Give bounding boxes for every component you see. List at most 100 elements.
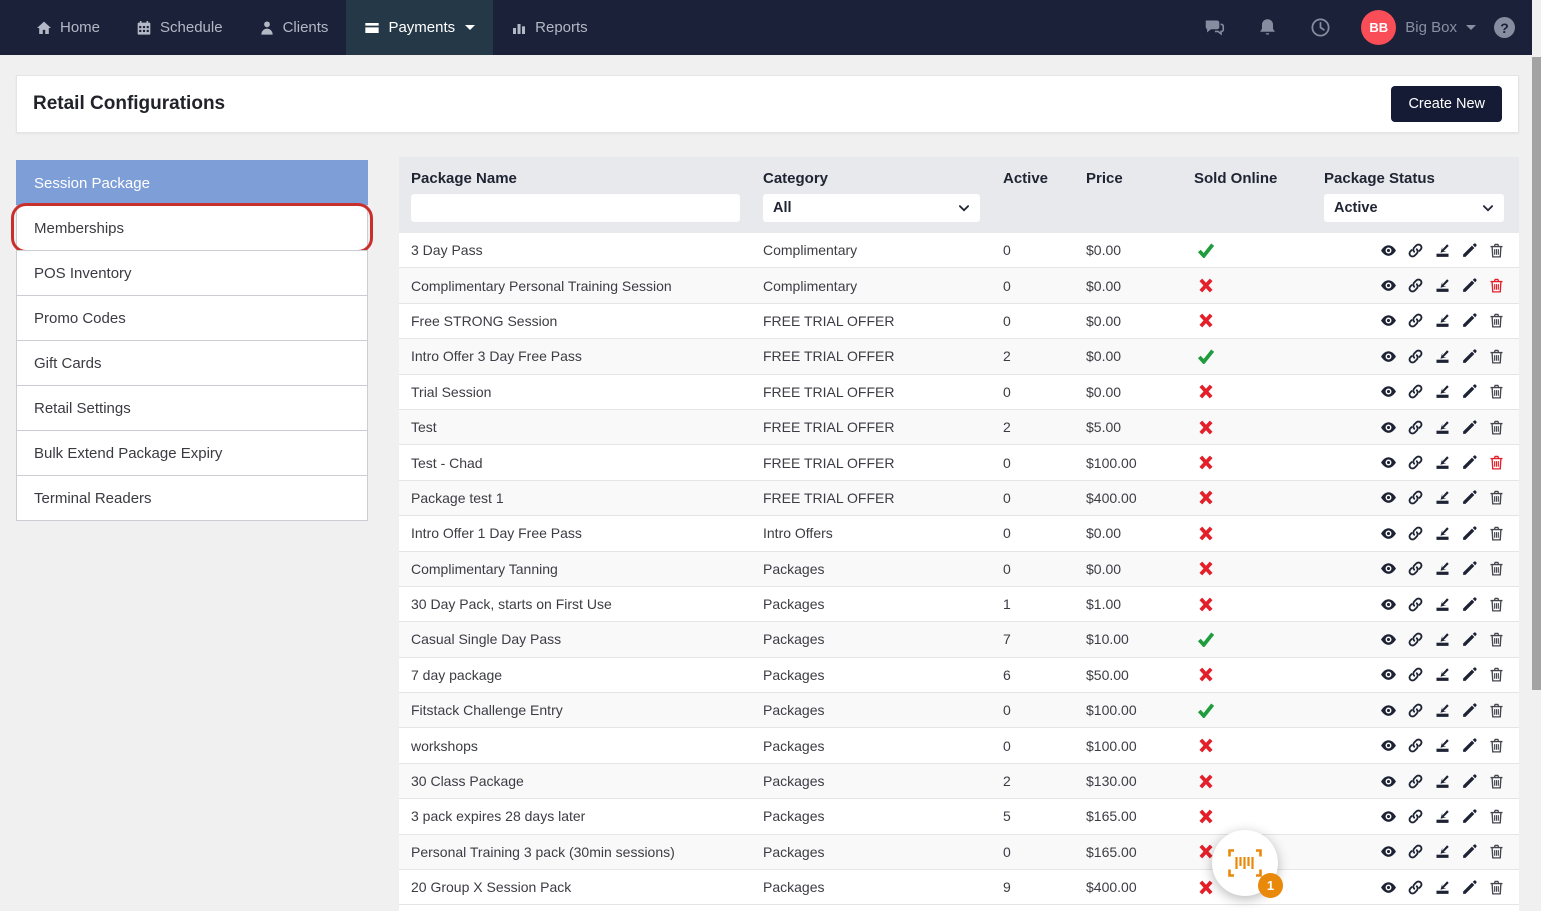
link-icon[interactable] bbox=[1407, 560, 1424, 577]
export-icon[interactable] bbox=[1434, 843, 1451, 860]
chat-icon[interactable] bbox=[1204, 17, 1225, 38]
edit-pencil-icon[interactable] bbox=[1461, 242, 1478, 259]
edit-pencil-icon[interactable] bbox=[1461, 348, 1478, 365]
edit-pencil-icon[interactable] bbox=[1461, 879, 1478, 896]
edit-pencil-icon[interactable] bbox=[1461, 277, 1478, 294]
delete-trash-icon[interactable] bbox=[1488, 666, 1505, 683]
edit-pencil-icon[interactable] bbox=[1461, 312, 1478, 329]
nav-home[interactable]: Home bbox=[18, 0, 118, 55]
link-icon[interactable] bbox=[1407, 383, 1424, 400]
scrollbar-thumb[interactable] bbox=[1532, 57, 1541, 690]
sidebar-item-gift-cards[interactable]: Gift Cards bbox=[16, 340, 368, 386]
export-icon[interactable] bbox=[1434, 383, 1451, 400]
view-eye-icon[interactable] bbox=[1380, 879, 1397, 896]
view-eye-icon[interactable] bbox=[1380, 419, 1397, 436]
link-icon[interactable] bbox=[1407, 489, 1424, 506]
clock-icon[interactable] bbox=[1310, 17, 1331, 38]
export-icon[interactable] bbox=[1434, 666, 1451, 683]
delete-trash-icon[interactable] bbox=[1488, 843, 1505, 860]
edit-pencil-icon[interactable] bbox=[1461, 666, 1478, 683]
view-eye-icon[interactable] bbox=[1380, 702, 1397, 719]
sidebar-item-pos-inventory[interactable]: POS Inventory bbox=[16, 250, 368, 296]
edit-pencil-icon[interactable] bbox=[1461, 596, 1478, 613]
delete-trash-icon[interactable] bbox=[1488, 560, 1505, 577]
view-eye-icon[interactable] bbox=[1380, 773, 1397, 790]
sidebar-item-retail-settings[interactable]: Retail Settings bbox=[16, 385, 368, 431]
delete-trash-icon[interactable] bbox=[1488, 383, 1505, 400]
nav-payments[interactable]: Payments bbox=[346, 0, 493, 55]
export-icon[interactable] bbox=[1434, 596, 1451, 613]
view-eye-icon[interactable] bbox=[1380, 348, 1397, 365]
view-eye-icon[interactable] bbox=[1380, 489, 1397, 506]
view-eye-icon[interactable] bbox=[1380, 454, 1397, 471]
nav-clients[interactable]: Clients bbox=[241, 0, 347, 55]
delete-trash-icon[interactable] bbox=[1488, 737, 1505, 754]
link-icon[interactable] bbox=[1407, 808, 1424, 825]
link-icon[interactable] bbox=[1407, 631, 1424, 648]
export-icon[interactable] bbox=[1434, 348, 1451, 365]
export-icon[interactable] bbox=[1434, 808, 1451, 825]
delete-trash-icon[interactable] bbox=[1488, 489, 1505, 506]
link-icon[interactable] bbox=[1407, 312, 1424, 329]
sidebar-item-memberships[interactable]: Memberships bbox=[16, 205, 368, 251]
view-eye-icon[interactable] bbox=[1380, 560, 1397, 577]
delete-trash-icon[interactable] bbox=[1488, 419, 1505, 436]
delete-trash-icon[interactable] bbox=[1488, 525, 1505, 542]
delete-trash-icon[interactable] bbox=[1488, 808, 1505, 825]
barcode-scanner-button[interactable]: 1 bbox=[1212, 830, 1278, 896]
link-icon[interactable] bbox=[1407, 348, 1424, 365]
edit-pencil-icon[interactable] bbox=[1461, 454, 1478, 471]
create-new-button[interactable]: Create New bbox=[1391, 86, 1502, 122]
link-icon[interactable] bbox=[1407, 596, 1424, 613]
export-icon[interactable] bbox=[1434, 312, 1451, 329]
link-icon[interactable] bbox=[1407, 879, 1424, 896]
delete-trash-icon[interactable] bbox=[1488, 312, 1505, 329]
chevron-down-icon[interactable] bbox=[1466, 25, 1476, 30]
edit-pencil-icon[interactable] bbox=[1461, 419, 1478, 436]
avatar[interactable]: BB bbox=[1361, 10, 1396, 45]
edit-pencil-icon[interactable] bbox=[1461, 808, 1478, 825]
link-icon[interactable] bbox=[1407, 666, 1424, 683]
delete-trash-icon[interactable] bbox=[1488, 702, 1505, 719]
view-eye-icon[interactable] bbox=[1380, 277, 1397, 294]
delete-trash-icon[interactable] bbox=[1488, 348, 1505, 365]
view-eye-icon[interactable] bbox=[1380, 525, 1397, 542]
view-eye-icon[interactable] bbox=[1380, 383, 1397, 400]
export-icon[interactable] bbox=[1434, 454, 1451, 471]
link-icon[interactable] bbox=[1407, 454, 1424, 471]
delete-trash-icon[interactable] bbox=[1488, 454, 1505, 471]
export-icon[interactable] bbox=[1434, 773, 1451, 790]
account-name[interactable]: Big Box bbox=[1405, 19, 1457, 36]
sidebar-item-session-package[interactable]: Session Package bbox=[16, 160, 368, 206]
view-eye-icon[interactable] bbox=[1380, 737, 1397, 754]
export-icon[interactable] bbox=[1434, 879, 1451, 896]
export-icon[interactable] bbox=[1434, 737, 1451, 754]
view-eye-icon[interactable] bbox=[1380, 666, 1397, 683]
export-icon[interactable] bbox=[1434, 489, 1451, 506]
export-icon[interactable] bbox=[1434, 242, 1451, 259]
link-icon[interactable] bbox=[1407, 773, 1424, 790]
sidebar-item-terminal-readers[interactable]: Terminal Readers bbox=[16, 475, 368, 521]
edit-pencil-icon[interactable] bbox=[1461, 702, 1478, 719]
view-eye-icon[interactable] bbox=[1380, 631, 1397, 648]
delete-trash-icon[interactable] bbox=[1488, 596, 1505, 613]
sidebar-item-promo-codes[interactable]: Promo Codes bbox=[16, 295, 368, 341]
edit-pencil-icon[interactable] bbox=[1461, 383, 1478, 400]
delete-trash-icon[interactable] bbox=[1488, 879, 1505, 896]
edit-pencil-icon[interactable] bbox=[1461, 631, 1478, 648]
view-eye-icon[interactable] bbox=[1380, 312, 1397, 329]
bell-icon[interactable] bbox=[1257, 17, 1278, 38]
scrollbar[interactable] bbox=[1532, 0, 1541, 911]
view-eye-icon[interactable] bbox=[1380, 596, 1397, 613]
link-icon[interactable] bbox=[1407, 419, 1424, 436]
export-icon[interactable] bbox=[1434, 560, 1451, 577]
export-icon[interactable] bbox=[1434, 277, 1451, 294]
export-icon[interactable] bbox=[1434, 631, 1451, 648]
edit-pencil-icon[interactable] bbox=[1461, 773, 1478, 790]
package-name-filter-input[interactable] bbox=[411, 194, 740, 222]
export-icon[interactable] bbox=[1434, 702, 1451, 719]
link-icon[interactable] bbox=[1407, 277, 1424, 294]
sidebar-item-bulk-extend-package-expiry[interactable]: Bulk Extend Package Expiry bbox=[16, 430, 368, 476]
link-icon[interactable] bbox=[1407, 702, 1424, 719]
edit-pencil-icon[interactable] bbox=[1461, 737, 1478, 754]
